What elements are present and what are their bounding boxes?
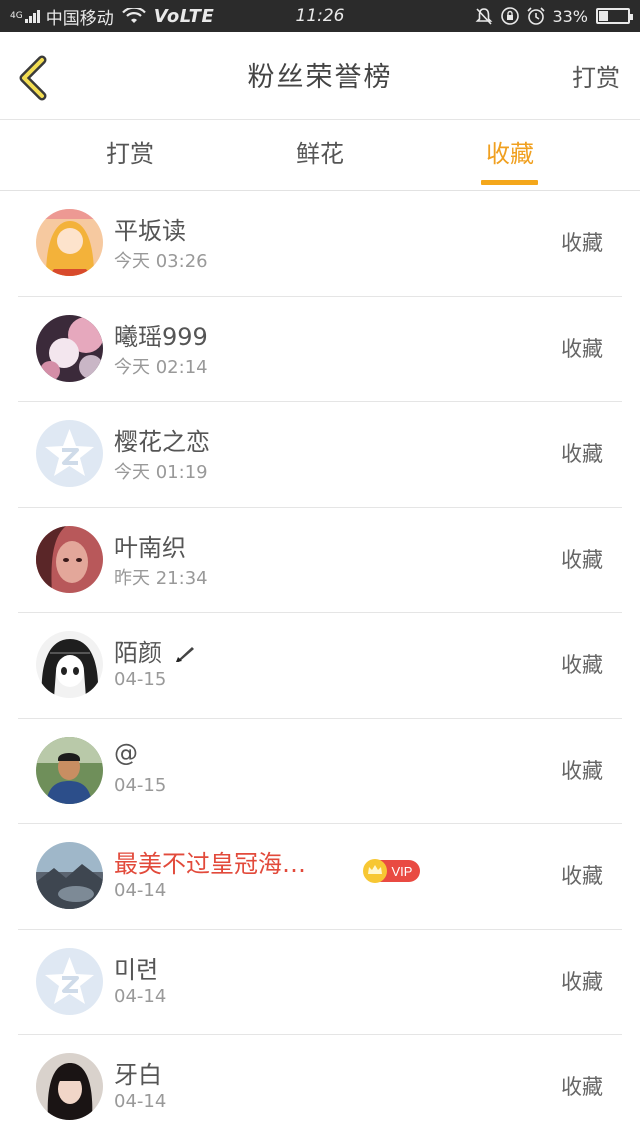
fan-time: 今天 03:26 [114,251,208,272]
list-item[interactable]: 樱花之恋 今天 01:19 收藏 [0,402,640,508]
list-item[interactable]: @ 04-15 收藏 [0,719,640,824]
alarm-icon [527,7,546,25]
fan-time: 04-14 [114,1091,167,1112]
landscape-avatar[interactable] [36,842,103,909]
tab-flowers[interactable]: 鲜花 [260,121,380,191]
fan-name-text: 陌颜 [114,639,162,667]
fan-name: 樱花之恋 [114,428,210,456]
rotation-lock-icon [501,7,520,25]
flower-photo-avatar[interactable] [36,314,103,382]
list-item[interactable]: 叶南织 昨天 21:34 收藏 [0,508,640,613]
fan-action: 收藏 [561,653,603,677]
list-item[interactable]: 曦瑶999 今天 02:14 收藏 [0,297,640,402]
battery-level [599,11,608,21]
list-item[interactable]: 平坂读 今天 03:26 收藏 [0,191,640,297]
header-bar: 粉丝荣誉榜 打赏 [0,32,640,120]
fan-action: 收藏 [561,231,603,255]
fan-time: 今天 02:14 [114,356,208,378]
girl-portrait-avatar[interactable] [36,525,103,593]
fan-name: 牙白 [114,1061,162,1089]
vip-badge-text: VIP [392,864,413,879]
girl-selfie-avatar[interactable] [36,1053,103,1120]
default-star-avatar[interactable] [36,420,103,487]
active-tab-indicator [481,180,538,185]
mute-bell-icon [476,8,493,25]
list-item[interactable]: 牙白 04-14 收藏 [0,1035,640,1138]
fan-time: 04-15 [114,669,167,690]
page-title: 粉丝荣誉榜 [247,62,393,93]
vip-badge: VIP [363,859,420,883]
battery-icon [596,8,633,24]
tab-reward[interactable]: 打赏 [70,121,190,191]
boy-photo-avatar[interactable] [36,736,103,804]
fan-list: 平坂读 今天 03:26 收藏 曦瑶999 今天 02:14 收藏 樱花之恋 今… [0,191,640,1138]
fan-name: 最美不过皇冠海… [114,850,306,878]
list-item[interactable]: 陌颜 04-15 收藏 [0,613,640,719]
fan-time: 昨天 21:34 [114,567,208,589]
manga-avatar[interactable] [36,631,103,698]
battery-percent: 33% [552,6,588,26]
fan-action: 收藏 [561,1075,603,1099]
fan-name: 叶南织 [114,533,186,562]
anime-girl-avatar[interactable] [36,209,103,276]
fan-action: 收藏 [561,336,603,361]
fan-name: @ [114,738,138,767]
fan-time: 今天 01:19 [114,462,208,483]
fan-action: 收藏 [561,758,603,783]
list-item[interactable]: 미련 04-14 收藏 [0,930,640,1035]
fan-name: 미련 [114,955,159,984]
fan-time: 04-14 [114,880,167,901]
list-item[interactable]: 最美不过皇冠海… VIP 04-14 收藏 [0,824,640,930]
pen-icon [175,647,194,662]
default-star-avatar[interactable] [36,947,103,1015]
fan-action: 收藏 [561,442,603,466]
fan-name: 平坂读 [114,217,186,245]
fan-action: 收藏 [561,969,603,994]
fan-action: 收藏 [561,547,603,572]
fan-name: 陌颜 [114,633,196,668]
fan-action: 收藏 [561,864,603,888]
fan-time: 04-14 [114,985,167,1007]
fan-name: 曦瑶999 [114,322,208,351]
fan-time: 04-15 [114,774,167,796]
tab-bar: 打赏 鲜花 收藏 [0,121,640,191]
reward-button[interactable]: 打赏 [572,32,620,120]
status-bar: 4G 中国移动 VoLTE 11:26 33% [0,0,640,32]
